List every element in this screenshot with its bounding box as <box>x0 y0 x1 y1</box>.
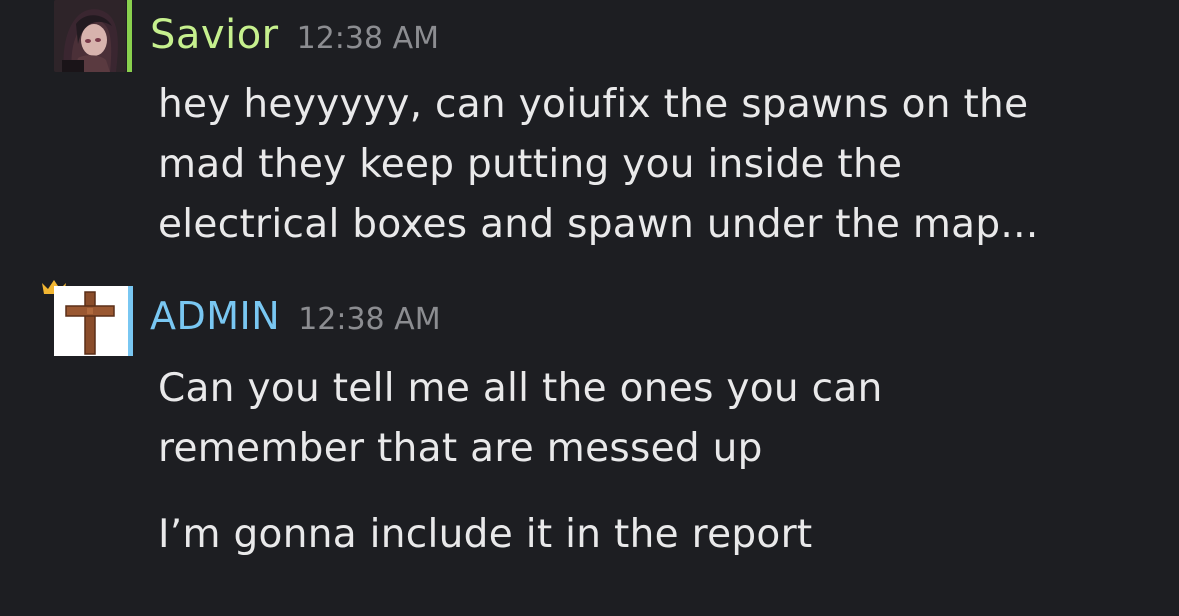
timestamp: 12:38 AM <box>298 302 441 337</box>
message-text: hey heyyyyy, can yoiufix the spawns on t… <box>158 82 1029 127</box>
avatar-image <box>54 0 126 72</box>
timestamp: 12:38 AM <box>296 21 440 56</box>
message-text: Can you tell me all the ones you can <box>158 366 883 411</box>
message-text: mad they keep putting you inside the <box>158 142 903 187</box>
author-name[interactable]: ADMIN <box>150 294 280 338</box>
cross-icon <box>54 286 128 356</box>
avatar[interactable] <box>54 0 126 72</box>
author-name[interactable]: Savior <box>150 12 279 58</box>
message-text: remember that are messed up <box>158 426 763 471</box>
status-indicator <box>128 286 133 356</box>
message-header: ADMIN 12:38 AM <box>150 294 441 338</box>
message-header: Savior 12:38 AM <box>150 12 439 58</box>
message-text: I’m gonna include it in the report <box>158 512 813 557</box>
chat-message: ADMIN 12:38 AM Can you tell me all the on… <box>0 270 1179 570</box>
status-indicator <box>127 0 132 72</box>
chat-message: Savior 12:38 AM hey heyyyyy, can yoiufix … <box>0 0 1179 260</box>
message-text: electrical boxes and spawn under the map… <box>158 202 1039 247</box>
avatar[interactable] <box>54 286 128 356</box>
